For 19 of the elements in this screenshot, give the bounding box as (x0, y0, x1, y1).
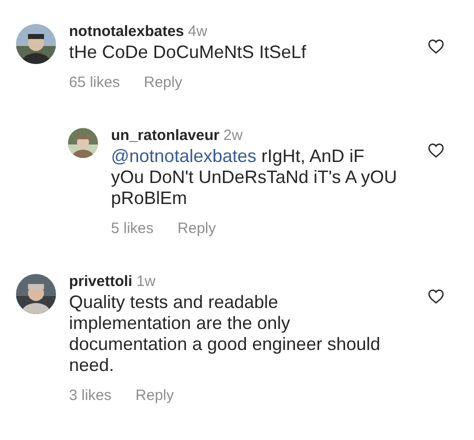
heart-icon[interactable] (428, 143, 444, 158)
mention-link[interactable]: @notnotalexbates (111, 146, 256, 166)
username[interactable]: privettoli (69, 273, 132, 290)
comment-text: Quality tests and readable implementation are the only documentation a good engineer should need. (69, 292, 382, 376)
reply-link[interactable]: Reply (178, 219, 216, 239)
heart-icon[interactable] (428, 289, 444, 304)
timestamp: 4w (188, 23, 208, 40)
comment-text: tHe CoDe DoCuMeNtS ItSeLf (69, 42, 308, 63)
likes-count[interactable]: 5 likes (111, 219, 154, 239)
timestamp: 2w (223, 127, 243, 144)
reply-link[interactable]: Reply (144, 73, 182, 93)
username[interactable]: un_ratonlaveur (111, 127, 220, 144)
reply-link[interactable]: Reply (136, 386, 174, 406)
timestamp: 1w (136, 273, 156, 290)
heart-icon[interactable] (428, 39, 444, 54)
likes-count[interactable]: 65 likes (69, 73, 120, 93)
comment-text: @notnotalexbates rIgHt, AnD iF yOu DoN't UnDeRsTaNd iT's A yOU pRoBlEm (111, 146, 398, 209)
username[interactable]: notnotalexbates (69, 23, 184, 40)
likes-count[interactable]: 3 likes (69, 386, 112, 406)
